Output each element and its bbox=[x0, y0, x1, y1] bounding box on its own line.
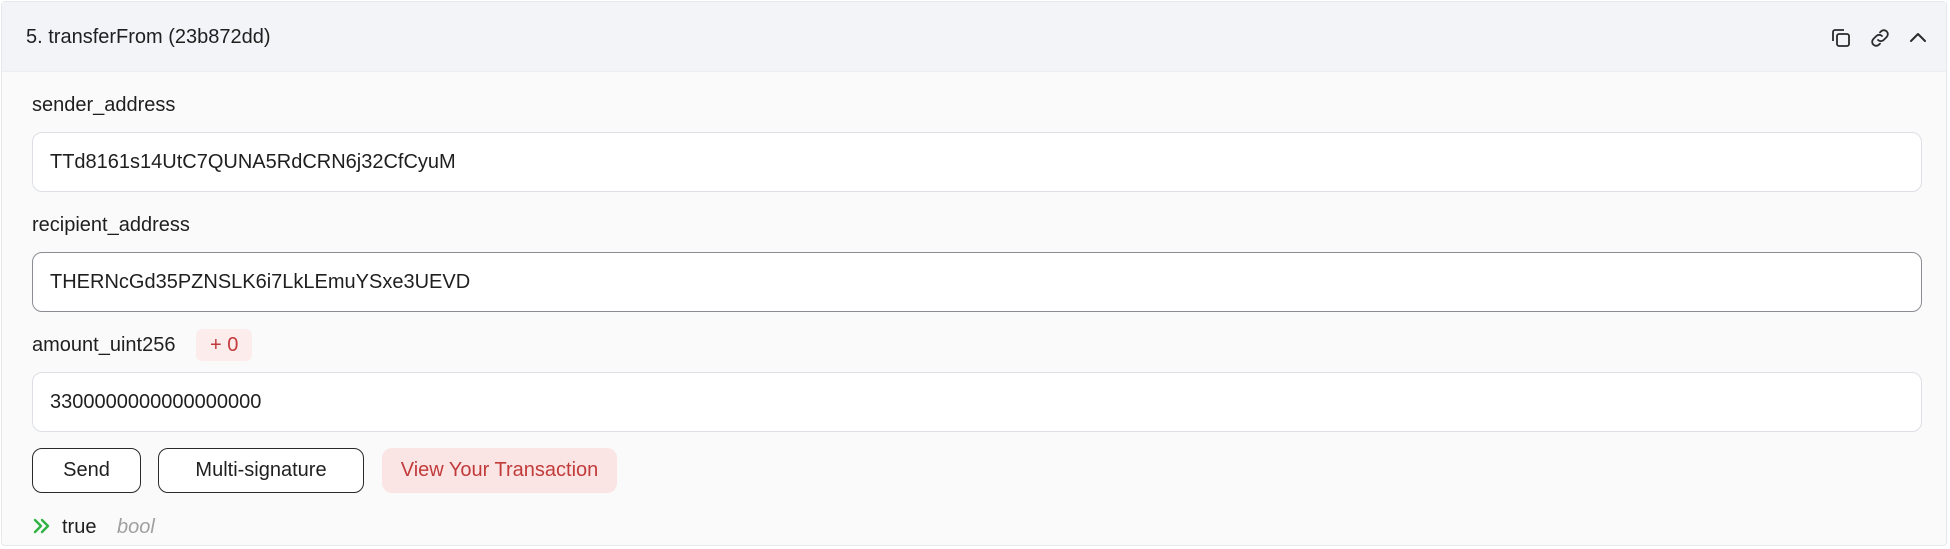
sender-address-label: sender_address bbox=[32, 94, 176, 116]
result-value: true bbox=[62, 516, 97, 538]
view-transaction-button[interactable]: View Your Transaction bbox=[382, 448, 617, 493]
function-panel: 5. transferFrom (23b872dd) sender_addres… bbox=[1, 1, 1947, 546]
amount-delta-badge[interactable]: + 0 bbox=[196, 329, 253, 361]
send-button[interactable]: Send bbox=[32, 448, 141, 493]
link-icon[interactable] bbox=[1868, 26, 1892, 50]
chevron-up-icon[interactable] bbox=[1906, 26, 1930, 50]
double-chevron-right-icon bbox=[32, 516, 52, 536]
recipient-address-input[interactable] bbox=[32, 252, 1922, 312]
copy-icon[interactable] bbox=[1829, 26, 1853, 50]
multi-signature-button[interactable]: Multi-signature bbox=[158, 448, 364, 493]
function-header[interactable]: 5. transferFrom (23b872dd) bbox=[2, 2, 1946, 72]
amount-label: amount_uint256 bbox=[32, 334, 176, 356]
result-type: bool bbox=[117, 516, 155, 538]
amount-input[interactable] bbox=[32, 372, 1922, 432]
recipient-address-label: recipient_address bbox=[32, 214, 190, 236]
function-title: 5. transferFrom (23b872dd) bbox=[26, 26, 271, 48]
sender-address-input[interactable] bbox=[32, 132, 1922, 192]
